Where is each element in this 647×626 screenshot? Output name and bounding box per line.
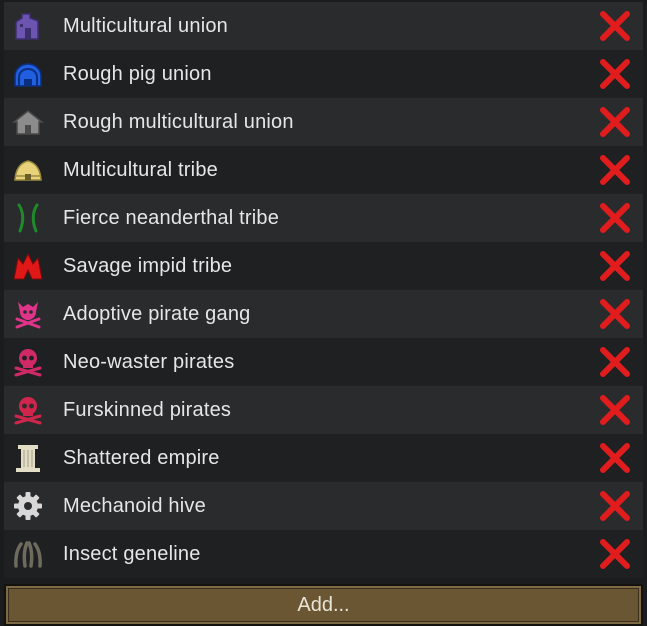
faction-row: Mechanoid hive <box>4 482 643 530</box>
green-crossed-sticks-icon <box>12 202 44 234</box>
remove-faction-button[interactable] <box>598 201 632 235</box>
faction-row: Multicultural tribe <box>4 146 643 194</box>
faction-row: Multicultural union <box>4 2 643 50</box>
faction-name: Savage impid tribe <box>63 255 233 277</box>
faction-row: Fierce neanderthal tribe <box>4 194 643 242</box>
faction-name: Multicultural tribe <box>63 159 218 181</box>
faction-name: Mechanoid hive <box>63 495 206 517</box>
add-faction-button[interactable]: Add... <box>4 584 643 626</box>
faction-row: Shattered empire <box>4 434 643 482</box>
pillar-icon <box>12 442 44 474</box>
pink-skull-icon <box>12 298 44 330</box>
remove-faction-button[interactable] <box>598 537 632 571</box>
faction-name: Rough pig union <box>63 63 212 85</box>
faction-name: Multicultural union <box>63 15 228 37</box>
faction-list: Multicultural union Rough pig union Roug… <box>4 2 643 578</box>
red-tent-icon <box>12 250 44 282</box>
remove-faction-button[interactable] <box>598 393 632 427</box>
gray-house-icon <box>12 106 44 138</box>
gear-icon <box>12 490 44 522</box>
faction-name: Fierce neanderthal tribe <box>63 207 280 229</box>
yellow-hut-icon <box>12 154 44 186</box>
faction-name: Insect geneline <box>63 543 201 565</box>
remove-faction-button[interactable] <box>598 249 632 283</box>
crimson-skull-icon <box>12 394 44 426</box>
faction-row: Adoptive pirate gang <box>4 290 643 338</box>
faction-row: Savage impid tribe <box>4 242 643 290</box>
faction-name: Adoptive pirate gang <box>63 303 251 325</box>
magenta-skull-icon <box>12 346 44 378</box>
faction-row: Furskinned pirates <box>4 386 643 434</box>
remove-faction-button[interactable] <box>598 489 632 523</box>
remove-faction-button[interactable] <box>598 105 632 139</box>
remove-faction-button[interactable] <box>598 57 632 91</box>
faction-row: Rough pig union <box>4 50 643 98</box>
faction-name: Shattered empire <box>63 447 220 469</box>
faction-name: Neo-waster pirates <box>63 351 235 373</box>
remove-faction-button[interactable] <box>598 441 632 475</box>
remove-faction-button[interactable] <box>598 9 632 43</box>
faction-row: Neo-waster pirates <box>4 338 643 386</box>
claws-icon <box>12 538 44 570</box>
faction-row: Rough multicultural union <box>4 98 643 146</box>
purple-building-icon <box>12 10 44 42</box>
faction-row: Insect geneline <box>4 530 643 578</box>
faction-name: Furskinned pirates <box>63 399 232 421</box>
faction-name: Rough multicultural union <box>63 111 294 133</box>
remove-faction-button[interactable] <box>598 153 632 187</box>
remove-faction-button[interactable] <box>598 297 632 331</box>
remove-faction-button[interactable] <box>598 345 632 379</box>
blue-dome-icon <box>12 58 44 90</box>
